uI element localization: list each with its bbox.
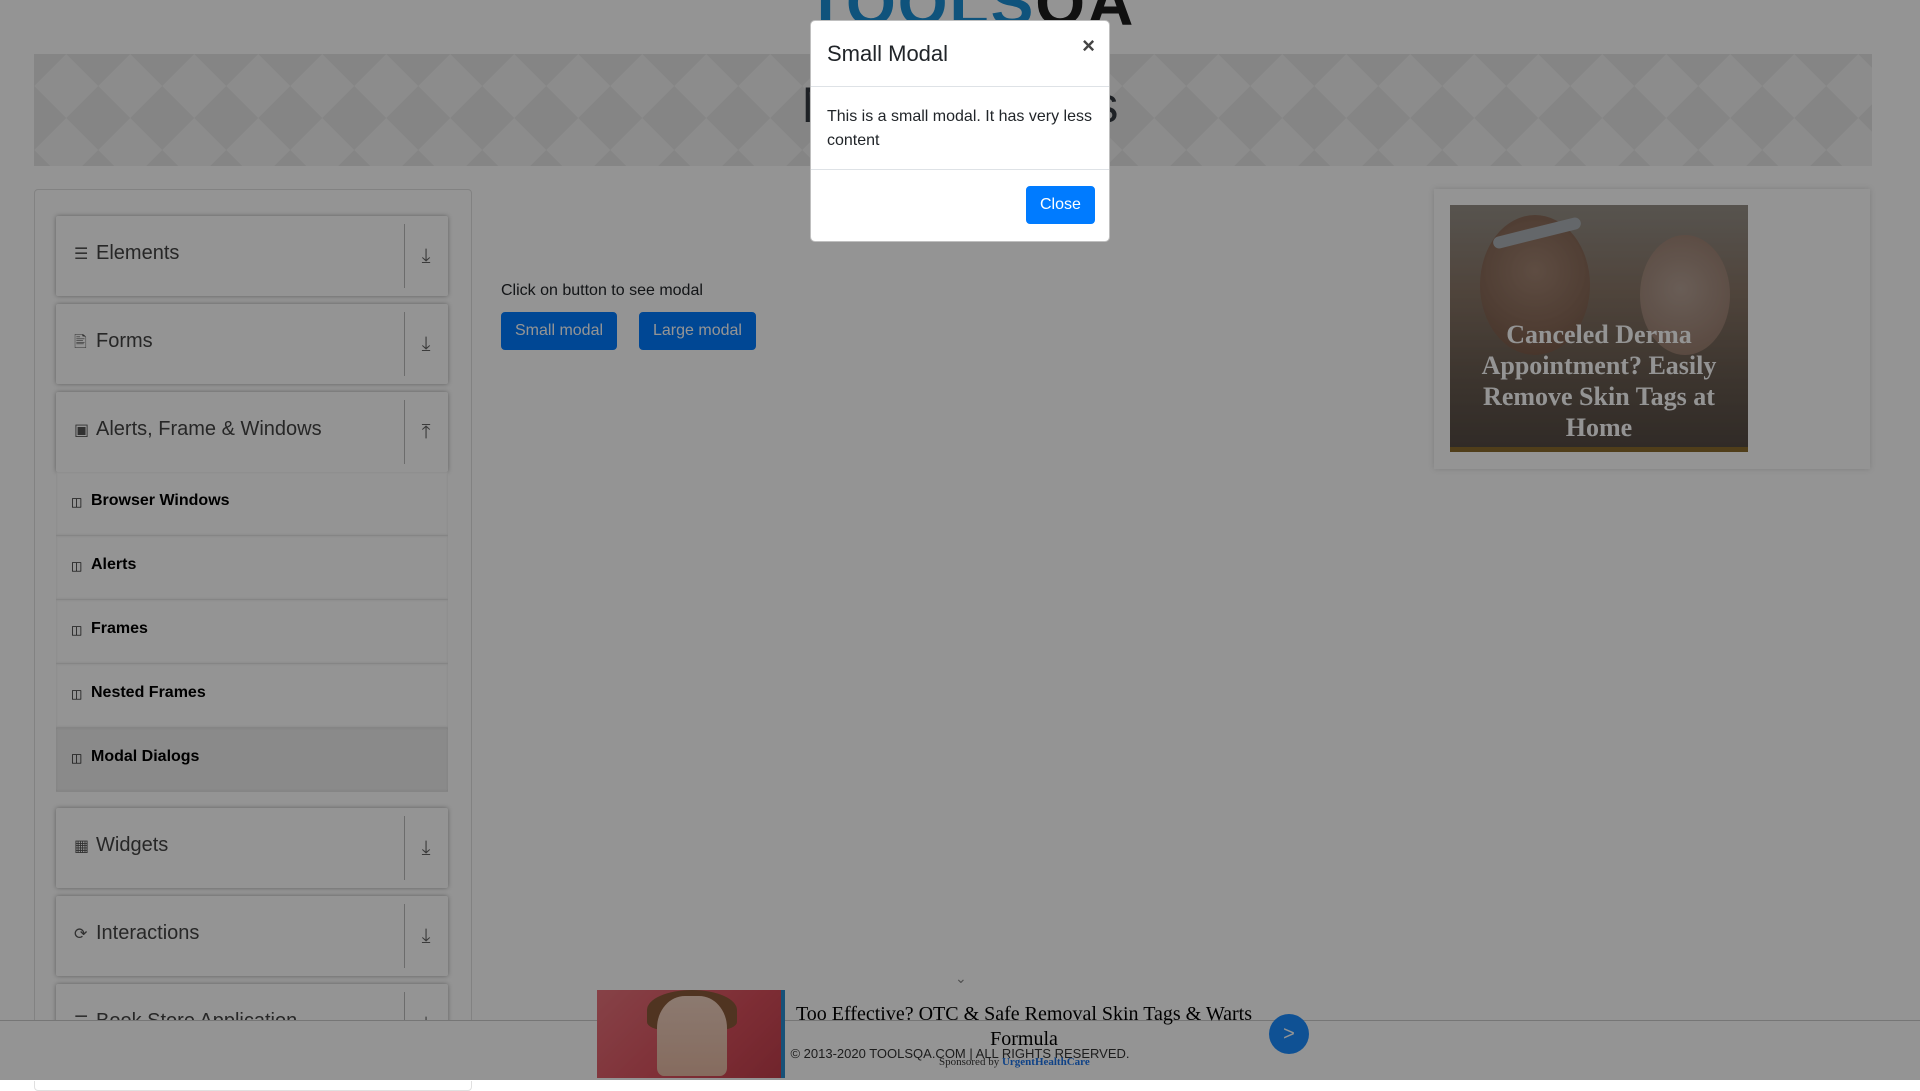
modal-close-button[interactable]: Close <box>1026 186 1095 224</box>
small-modal-dialog: Small Modal × This is a small modal. It … <box>810 20 1110 242</box>
close-icon[interactable]: × <box>1082 35 1095 57</box>
modal-title: Small Modal <box>827 41 949 66</box>
modal-body-text: This is a small modal. It has very less … <box>827 108 1092 149</box>
modal-footer: Close <box>811 169 1109 242</box>
modal-header: Small Modal × <box>811 21 1109 87</box>
